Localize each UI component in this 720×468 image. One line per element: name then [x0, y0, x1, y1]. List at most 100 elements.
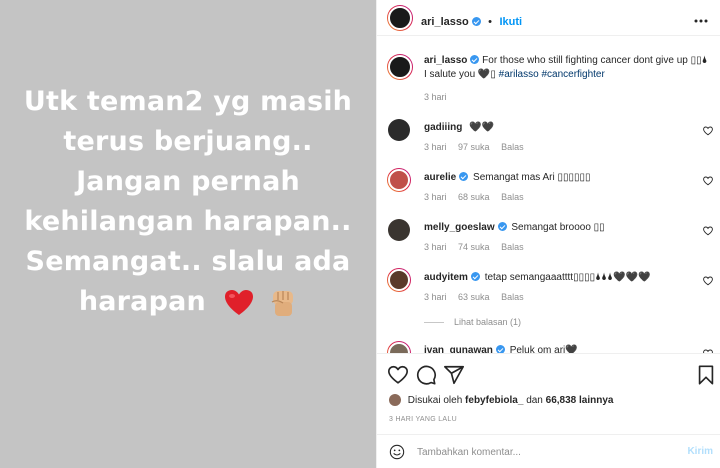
image-text-last-line: harapan	[0, 282, 376, 322]
commenter-avatar-ring[interactable]	[387, 168, 411, 192]
likes-summary: Disukai oleh febyfebiola_ dan 66,838 lai…	[389, 394, 613, 406]
caption-line1: For those who still fighting cancer dont…	[482, 55, 708, 66]
header-user-row: ari_lasso • Ikuti	[421, 12, 522, 30]
comment-likes[interactable]: 63 suka	[458, 292, 490, 302]
author-avatar-ring[interactable]	[387, 5, 413, 31]
follow-button[interactable]: Ikuti	[499, 16, 522, 28]
verified-badge-icon	[470, 272, 480, 281]
image-text-line: Utk teman2 yg masih	[23, 86, 353, 117]
comment-time: 3 hari	[424, 292, 447, 302]
emoji-smiley-icon[interactable]	[389, 444, 405, 460]
commenter-avatar	[388, 342, 410, 353]
comment-meta: 3 hari 63 suka Balas	[424, 292, 533, 302]
reply-button[interactable]: Balas	[501, 292, 524, 302]
comment-username[interactable]: aurelie	[424, 172, 456, 183]
caption-meta: 3 hari	[424, 92, 456, 102]
comment-item: gadiiing 🖤🖤 3 hari 97 suka Balas	[377, 117, 720, 161]
comment-body: Peluk om ari🖤	[509, 345, 578, 353]
comment-username[interactable]: ivan_gunawan	[424, 345, 493, 353]
replies-divider	[424, 322, 444, 323]
likes-prefix: Disukai oleh	[407, 395, 463, 406]
commenter-avatar-ring[interactable]	[387, 341, 411, 353]
like-comment-icon[interactable]	[703, 276, 713, 286]
caption: ari_lasso For those who still fighting c…	[377, 51, 720, 111]
comment-meta: 3 hari 97 suka Balas	[424, 142, 533, 152]
post-timestamp[interactable]: 3 HARI YANG LALU	[389, 416, 457, 423]
comment-meta: 3 hari 74 suka Balas	[424, 242, 533, 252]
author-avatar	[388, 6, 412, 30]
verified-badge-icon	[459, 172, 469, 181]
comment-text: melly_goeslaw Semangat broooo ▯▯	[424, 221, 605, 234]
caption-text: ari_lasso For those who still fighting c…	[424, 54, 708, 67]
commenter-avatar-ring[interactable]	[387, 268, 411, 292]
image-text-line: Semangat.. slalu ada	[25, 246, 351, 277]
image-text-line: Jangan pernah	[76, 166, 300, 197]
comment-likes[interactable]: 97 suka	[458, 142, 490, 152]
comment-body: 🖤🖤	[469, 122, 495, 133]
comment-username[interactable]: melly_goeslaw	[424, 222, 495, 233]
likes-mid: dan	[526, 395, 543, 406]
likes-count[interactable]: 66,838 lainnya	[546, 395, 614, 406]
comment-text: ivan_gunawan Peluk om ari🖤	[424, 344, 578, 353]
comment-item: aurelie Semangat mas Ari ▯▯▯▯▯▯ 3 hari 6…	[377, 167, 720, 211]
like-heart-icon[interactable]	[387, 364, 409, 386]
comment-bubble-icon[interactable]	[415, 364, 437, 386]
liker-avatar	[389, 394, 401, 406]
commenter-avatar	[388, 269, 410, 291]
verified-badge-icon	[497, 222, 507, 231]
commenter-avatar	[388, 169, 410, 191]
caption-username[interactable]: ari_lasso	[424, 55, 467, 66]
liker-username[interactable]: febyfebiola_	[465, 395, 523, 406]
view-replies-row[interactable]: Lihat balasan (1)	[377, 316, 720, 330]
comment-time: 3 hari	[424, 242, 447, 252]
post-image-text: Utk teman2 yg masih terus berjuang.. Jan…	[0, 82, 376, 322]
reply-button[interactable]: Balas	[501, 192, 524, 202]
like-comment-icon[interactable]	[703, 126, 713, 136]
post-header: ari_lasso • Ikuti	[377, 0, 720, 36]
comment-body: Semangat broooo ▯▯	[511, 222, 605, 233]
image-text-line: harapan	[78, 286, 206, 317]
reply-button[interactable]: Balas	[501, 242, 524, 252]
like-comment-icon[interactable]	[703, 226, 713, 236]
comment-likes[interactable]: 74 suka	[458, 242, 490, 252]
comments-list[interactable]: ari_lasso For those who still fighting c…	[377, 37, 720, 353]
caption-time: 3 hari	[424, 92, 447, 102]
comment-likes[interactable]: 68 suka	[458, 192, 490, 202]
verified-badge-icon	[471, 17, 481, 26]
comment-text: aurelie Semangat mas Ari ▯▯▯▯▯▯	[424, 171, 591, 184]
comment-item: melly_goeslaw Semangat broooo ▯▯ 3 hari …	[377, 217, 720, 261]
caption-text-line2: I salute you 🖤▯ #arilasso #cancerfighter	[424, 68, 605, 81]
commenter-avatar[interactable]	[388, 119, 410, 141]
header-separator: •	[488, 16, 493, 28]
share-send-icon[interactable]	[443, 364, 465, 386]
caption-line2: I salute you 🖤▯	[424, 69, 499, 80]
comment-input[interactable]	[417, 445, 657, 459]
post-image[interactable]: Utk teman2 yg masih terus berjuang.. Jan…	[0, 0, 376, 468]
reply-button[interactable]: Balas	[501, 142, 524, 152]
comment-item: ivan_gunawan Peluk om ari🖤	[377, 340, 720, 353]
comment-text: gadiiing 🖤🖤	[424, 121, 494, 134]
more-options-icon[interactable]	[693, 10, 709, 26]
comment-time: 3 hari	[424, 192, 447, 202]
author-username[interactable]: ari_lasso	[421, 16, 469, 28]
comment-username[interactable]: audyitem	[424, 272, 468, 283]
comment-meta: 3 hari 68 suka Balas	[424, 192, 533, 202]
image-text-line: kehilangan harapan..	[24, 206, 352, 237]
raised-fist-icon	[271, 290, 294, 316]
comment-body: Semangat mas Ari ▯▯▯▯▯▯	[473, 172, 591, 183]
view-replies-button[interactable]: Lihat balasan (1)	[454, 317, 521, 327]
caption-hashtags[interactable]: #arilasso #cancerfighter	[499, 69, 605, 80]
verified-badge-icon	[495, 345, 505, 353]
red-heart-icon	[224, 289, 253, 315]
like-comment-icon[interactable]	[703, 176, 713, 186]
comment-username[interactable]: gadiiing	[424, 122, 462, 133]
caption-avatar	[388, 55, 412, 79]
caption-avatar-ring[interactable]	[387, 54, 413, 80]
add-comment-bar: Kirim	[377, 434, 720, 468]
verified-badge-icon	[470, 55, 480, 64]
post-sidebar: ari_lasso • Ikuti ari_lasso For those wh…	[376, 0, 720, 468]
commenter-avatar[interactable]	[388, 219, 410, 241]
bookmark-icon[interactable]	[695, 364, 717, 386]
post-comment-button[interactable]: Kirim	[687, 446, 713, 457]
comment-text: audyitem tetap semangaaatttt▯▯▯▯🌢🌢🌢🖤🖤🖤	[424, 271, 650, 284]
